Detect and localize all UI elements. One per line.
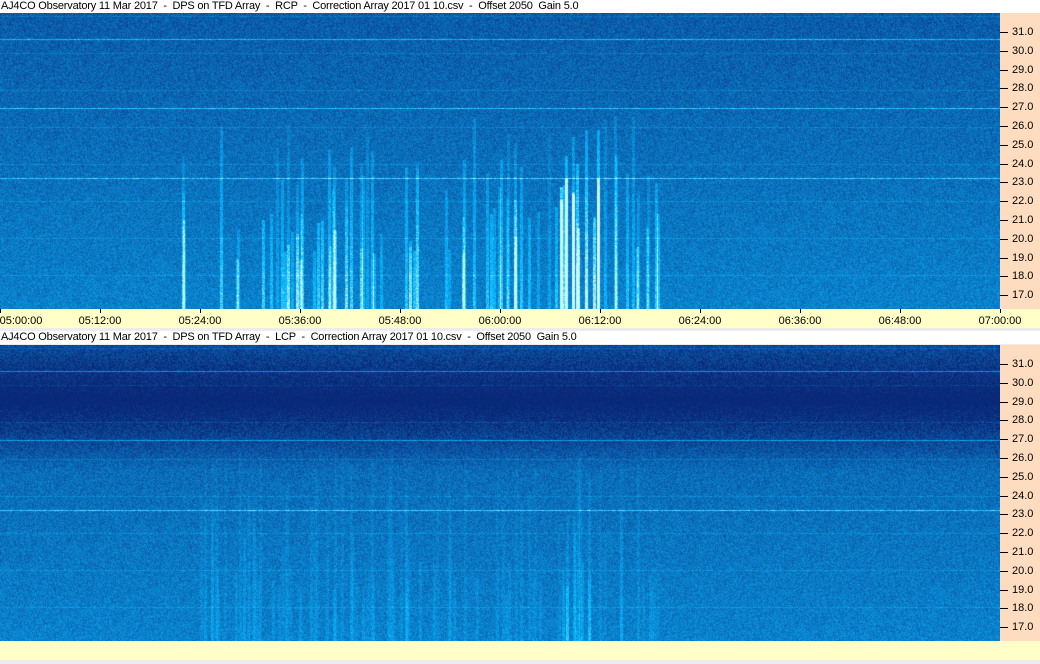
frequency-tick (1000, 32, 1008, 33)
frequency-tick (1000, 476, 1008, 478)
frequency-label: 30.0 (1012, 376, 1034, 389)
panel-title-lcp: AJ4CO Observatory 11 Mar 2017 - DPS on T… (0, 331, 1040, 344)
frequency-label: 23.0 (1012, 176, 1034, 189)
frequency-tick (1000, 495, 1008, 497)
frequency-label: 18.0 (1012, 270, 1034, 283)
frequency-label: 25.0 (1012, 470, 1034, 483)
frequency-tick (1000, 163, 1008, 165)
frequency-label: 19.0 (1012, 251, 1034, 264)
time-tick (1000, 309, 1001, 313)
frequency-tick (1000, 552, 1008, 553)
time-label: 07:00:00 (978, 315, 1022, 327)
time-label: 06:48:00 (878, 315, 922, 327)
time-tick (100, 309, 101, 313)
time-label: 06:24:00 (678, 315, 722, 327)
frequency-tick (1000, 382, 1008, 384)
frequency-label: 27.0 (1012, 433, 1034, 446)
frequency-label: 17.0 (1012, 289, 1034, 302)
frequency-tick (1000, 257, 1008, 259)
time-tick (200, 309, 201, 313)
frequency-label: 20.0 (1012, 232, 1034, 245)
spectrogram-lcp (0, 345, 1000, 641)
frequency-label: 20.0 (1012, 564, 1034, 577)
frequency-label: 18.0 (1012, 602, 1034, 615)
frequency-label: 31.0 (1012, 26, 1034, 38)
frequency-tick (1000, 144, 1008, 146)
time-tick (500, 309, 501, 313)
frequency-label: 26.0 (1012, 120, 1034, 132)
frequency-tick (1000, 514, 1008, 516)
spectrogram-rcp (0, 13, 1000, 309)
frequency-tick (1000, 570, 1008, 572)
time-tick (400, 309, 401, 313)
frequency-label: 26.0 (1012, 452, 1034, 464)
frequency-label: 30.0 (1012, 44, 1034, 57)
frequency-tick (1000, 364, 1008, 365)
frequency-tick (1000, 238, 1008, 240)
time-tick (900, 309, 901, 313)
frequency-tick (1000, 608, 1008, 610)
frequency-tick (1000, 401, 1008, 403)
frequency-label: 28.0 (1012, 82, 1034, 95)
frequency-label: 25.0 (1012, 138, 1034, 151)
frequency-tick (1000, 533, 1008, 535)
frequency-label: 29.0 (1012, 395, 1034, 408)
time-axis: 05:00:00 05:12:00 05:24:00 05:36:00 05:48:00… (0, 309, 1040, 328)
frequency-label: 21.0 (1012, 546, 1034, 558)
frequency-tick (1000, 439, 1008, 441)
time-tick (300, 309, 301, 313)
frequency-label: 19.0 (1012, 583, 1034, 596)
frequency-tick (1000, 589, 1008, 591)
frequency-tick (1000, 295, 1008, 297)
frequency-label: 28.0 (1012, 414, 1034, 427)
frequency-tick (1000, 182, 1008, 184)
frequency-tick (1000, 201, 1008, 203)
time-tick (600, 309, 601, 313)
time-label: 05:00:00 (0, 315, 43, 327)
frequency-tick (1000, 627, 1008, 629)
frequency-tick (1000, 276, 1008, 278)
frequency-tick (1000, 220, 1008, 221)
frequency-tick (1000, 69, 1008, 71)
frequency-label: 31.0 (1012, 358, 1034, 370)
frequency-label: 27.0 (1012, 101, 1034, 114)
time-label: 05:12:00 (78, 315, 122, 327)
time-tick (800, 309, 801, 313)
frequency-label: 24.0 (1012, 157, 1034, 170)
time-label: 06:36:00 (778, 315, 822, 327)
time-tick (700, 309, 701, 313)
frequency-label: 23.0 (1012, 508, 1034, 521)
time-label: 06:12:00 (578, 315, 622, 327)
frequency-axis-rcp: 31.0 30.0 29.0 28.0 27.0 26.0 25.0 24.0 23.0 22.0… (1000, 13, 1040, 309)
time-label: 05:36:00 (278, 315, 322, 327)
frequency-label: 21.0 (1012, 214, 1034, 226)
frequency-tick (1000, 107, 1008, 109)
frequency-tick (1000, 126, 1008, 127)
frequency-label: 29.0 (1012, 63, 1034, 76)
frequency-label: 17.0 (1012, 621, 1034, 634)
frequency-axis-lcp: 31.0 30.0 29.0 28.0 27.0 26.0 25.0 24.0 23.0 22.0… (1000, 345, 1040, 641)
frequency-tick (1000, 420, 1008, 422)
frequency-tick (1000, 458, 1008, 459)
panel-title-rcp: AJ4CO Observatory 11 Mar 2017 - DPS on T… (0, 0, 1040, 13)
time-label: 06:00:00 (478, 315, 522, 327)
frequency-tick (1000, 50, 1008, 52)
time-axis-lcp (0, 641, 1040, 660)
frequency-label: 22.0 (1012, 527, 1034, 540)
frequency-tick (1000, 88, 1008, 90)
time-tick (0, 309, 1, 313)
frequency-label: 22.0 (1012, 195, 1034, 208)
time-label: 05:48:00 (378, 315, 422, 327)
frequency-label: 24.0 (1012, 489, 1034, 502)
time-label: 05:24:00 (178, 315, 222, 327)
